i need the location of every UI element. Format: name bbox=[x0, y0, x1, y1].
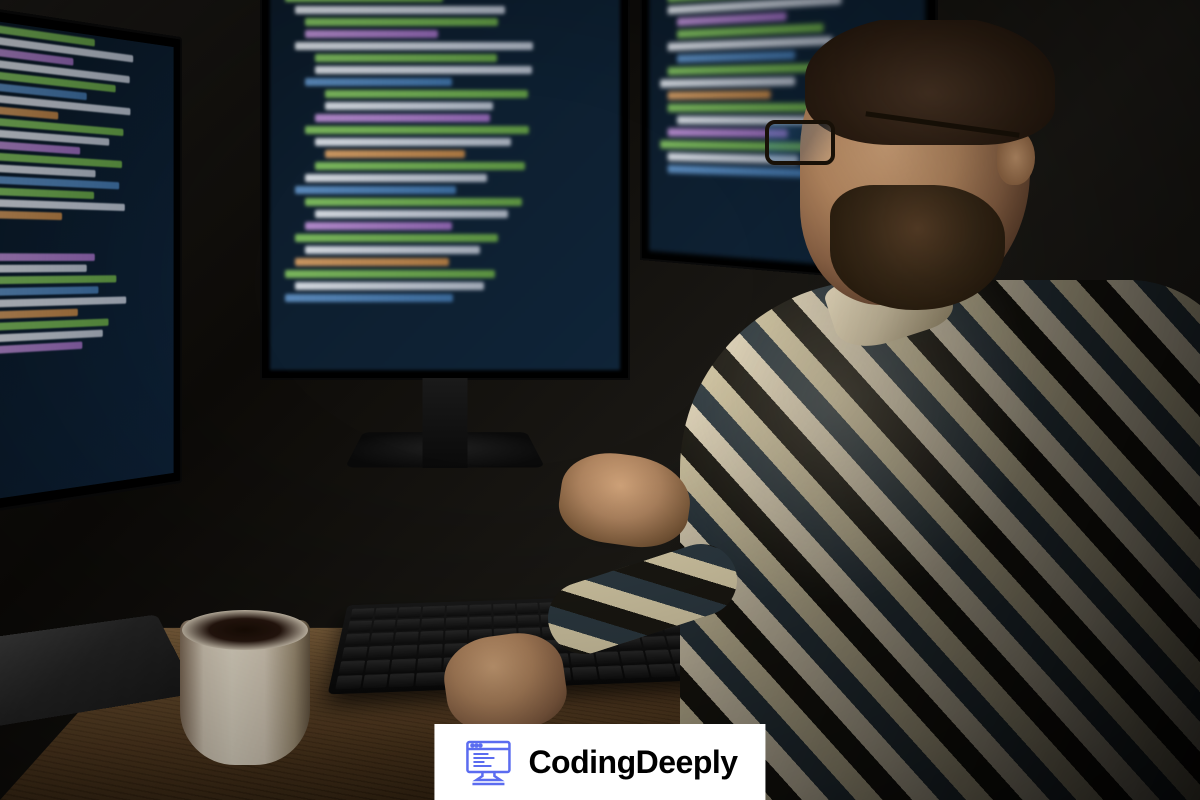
brand-watermark: CodingDeeply bbox=[434, 724, 765, 800]
plaid-shirt bbox=[680, 280, 1200, 800]
monitor-left bbox=[0, 0, 182, 520]
computer-code-icon bbox=[462, 738, 514, 786]
brand-name: CodingDeeply bbox=[528, 744, 737, 781]
photo-scene: CodingDeeply bbox=[0, 0, 1200, 800]
eyeglasses bbox=[765, 120, 870, 170]
screen-center bbox=[270, 0, 620, 370]
monitor-center bbox=[260, 0, 630, 380]
coffee-mug bbox=[180, 620, 320, 770]
person-programmer bbox=[680, 20, 1200, 800]
hand-on-mouse bbox=[554, 446, 695, 553]
screen-left bbox=[0, 15, 174, 506]
